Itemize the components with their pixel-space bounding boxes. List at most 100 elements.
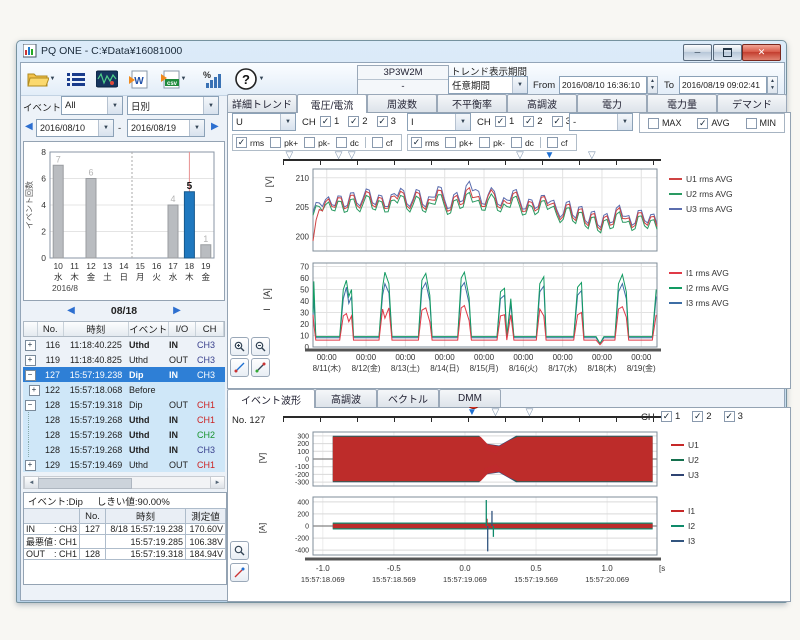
tree-expand-icon[interactable]: −	[25, 400, 36, 411]
chevron-down-icon[interactable]: ▼	[512, 77, 527, 93]
u-trend-chart[interactable]: 200205210	[273, 165, 665, 258]
chevron-down-icon[interactable]: ▼	[98, 120, 113, 136]
checkbox-2[interactable]: ✓2	[523, 116, 542, 127]
tab-イベント波形[interactable]: イベント波形	[227, 389, 315, 408]
open-folder-dropdown[interactable]: ▼	[50, 76, 56, 82]
event-histogram-panel[interactable]: 710水11木612金13土14日15月16火417水518木119金02468…	[23, 141, 225, 301]
next-range-arrow[interactable]: ▶	[211, 122, 219, 132]
event-row-127[interactable]: −12715:57:19.238DipINCH3	[23, 367, 225, 382]
filled-marker[interactable]: ▼	[544, 151, 554, 161]
chevron-down-icon[interactable]: ▼	[617, 114, 632, 130]
event-col-header[interactable]: No.	[38, 322, 64, 336]
event-col-header[interactable]: I/O	[169, 322, 197, 336]
chevron-down-icon[interactable]: ▼	[189, 120, 204, 136]
event-row-122[interactable]: +12215:57:18.068Before	[23, 382, 225, 397]
i-trend-chart[interactable]: 01020304050607000:008/11(木)00:008/12(金)0…	[273, 259, 665, 384]
checkbox-rms[interactable]: ✓rms	[411, 137, 439, 148]
date-from-select[interactable]: 2016/08/10▼	[36, 119, 114, 137]
event-list-button[interactable]	[63, 66, 89, 92]
checkbox-pk+[interactable]: pk+	[270, 137, 298, 148]
tree-expand-icon[interactable]: −	[25, 370, 36, 381]
tab-デマンド[interactable]: デマンド	[717, 94, 787, 112]
checkbox-1[interactable]: ✓1	[661, 411, 680, 422]
period-select[interactable]: 任意期間▼	[448, 76, 528, 94]
event-col-header[interactable]	[24, 322, 38, 336]
event-row-128[interactable]: −12815:57:19.318DipOUTCH1	[23, 397, 225, 412]
checkbox-3[interactable]: ✓3	[552, 116, 571, 127]
checkbox-1[interactable]: ✓1	[320, 116, 339, 127]
scroll-left-arrow[interactable]: ◄	[24, 477, 39, 488]
cursor-b-button[interactable]	[251, 358, 270, 377]
event-row-129[interactable]: +12915:57:19.469UthdOUTCH1	[23, 457, 225, 472]
chevron-down-icon[interactable]: ▼	[203, 97, 218, 114]
u-item-select[interactable]: U▼	[232, 113, 296, 131]
event-row-128[interactable]: 12815:57:19.268UthdINCH1	[23, 412, 225, 427]
scrollbar-thumb[interactable]	[38, 478, 132, 489]
open-folder-button[interactable]: ▼	[25, 66, 57, 92]
maximize-button[interactable]	[713, 44, 742, 61]
checkbox-3[interactable]: ✓3	[724, 411, 743, 422]
chevron-down-icon[interactable]: ▼	[107, 97, 122, 114]
i-waveform-chart[interactable]: 4002000-200-400-1.015:57:18.069-0.515:57…	[273, 493, 665, 592]
export-word-button[interactable]: W	[125, 66, 151, 92]
export-csv-button[interactable]: csv ▼	[155, 66, 191, 92]
tab-高調波[interactable]: 高調波	[315, 389, 377, 407]
tab-詳細トレンド[interactable]: 詳細トレンド	[227, 94, 297, 112]
tab-周波数[interactable]: 周波数	[367, 94, 437, 112]
event-row-128[interactable]: 12815:57:19.268UthdINCH3	[23, 442, 225, 457]
wave-cursor-button[interactable]	[230, 563, 249, 582]
tree-expand-icon[interactable]: +	[25, 355, 36, 366]
percent-graph-button[interactable]: %	[197, 66, 225, 92]
event-filter-select[interactable]: All▼	[61, 96, 123, 115]
from-spinner[interactable]: ▲▼	[647, 76, 658, 94]
to-datetime-input[interactable]: 2016/08/19 09:02:41	[679, 76, 767, 94]
event-col-header[interactable]: イベント	[129, 322, 169, 336]
event-row-128[interactable]: 12815:57:19.268UthdINCH2	[23, 427, 225, 442]
minimize-button[interactable]: ─	[683, 44, 712, 61]
tree-expand-icon[interactable]: +	[29, 385, 40, 396]
tree-expand-icon[interactable]: +	[25, 460, 36, 471]
next-day-arrow[interactable]: ▶	[173, 306, 181, 316]
hollow-marker[interactable]: ▽	[286, 151, 294, 161]
help-button[interactable]: ? ▼	[231, 66, 267, 92]
checkbox-cf[interactable]: cf	[547, 137, 568, 148]
from-datetime-input[interactable]: 2016/08/10 16:36:10	[559, 76, 647, 94]
prev-day-arrow[interactable]: ◀	[67, 306, 75, 316]
checkbox-dc[interactable]: dc	[511, 137, 534, 148]
third-item-select[interactable]: -▼	[569, 113, 633, 131]
event-row-116[interactable]: +11611:18:40.225UthdINCH3	[23, 337, 225, 352]
tab-高調波[interactable]: 高調波	[507, 94, 577, 112]
zoom-in-button[interactable]	[230, 337, 249, 356]
checkbox-1[interactable]: ✓1	[495, 116, 514, 127]
checkbox-rms[interactable]: ✓rms	[236, 137, 264, 148]
tab-電力[interactable]: 電力	[577, 94, 647, 112]
date-to-select[interactable]: 2016/08/19▼	[127, 119, 205, 137]
group-filter-select[interactable]: 日別▼	[127, 96, 219, 115]
event-row-119[interactable]: +11911:18:40.825UthdOUTCH3	[23, 352, 225, 367]
tab-電力量[interactable]: 電力量	[647, 94, 717, 112]
help-dropdown[interactable]: ▼	[259, 76, 265, 82]
filled-marker[interactable]: ▼	[467, 408, 477, 418]
title-bar[interactable]: PQ ONE - C:¥Data¥16081000 ─ ✕	[17, 41, 786, 62]
chevron-down-icon[interactable]: ▼	[455, 114, 470, 130]
hollow-marker[interactable]: ▽	[588, 151, 596, 161]
checkbox-2[interactable]: ✓2	[348, 116, 367, 127]
close-button[interactable]: ✕	[742, 44, 781, 61]
hollow-marker[interactable]: ▽	[335, 151, 343, 161]
checkbox-2[interactable]: ✓2	[692, 411, 711, 422]
checkbox-MIN[interactable]: MIN	[746, 118, 777, 129]
tree-expand-icon[interactable]: +	[25, 340, 36, 351]
checkbox-pk-[interactable]: pk-	[479, 137, 505, 148]
checkbox-AVG[interactable]: ✓AVG	[697, 118, 729, 129]
waveform-view-button[interactable]	[93, 66, 121, 92]
event-col-header[interactable]: CH	[196, 322, 224, 336]
checkbox-pk+[interactable]: pk+	[445, 137, 473, 148]
tab-DMM[interactable]: DMM	[439, 389, 501, 407]
chevron-down-icon[interactable]: ▼	[280, 114, 295, 130]
event-col-header[interactable]: 時刻	[64, 322, 129, 336]
to-spinner[interactable]: ▲▼	[767, 76, 778, 94]
zoom-out-button[interactable]	[251, 337, 270, 356]
hollow-marker[interactable]: ▽	[526, 408, 534, 418]
tab-電圧/電流[interactable]: 電圧/電流	[297, 94, 367, 113]
checkbox-dc[interactable]: dc	[336, 137, 359, 148]
